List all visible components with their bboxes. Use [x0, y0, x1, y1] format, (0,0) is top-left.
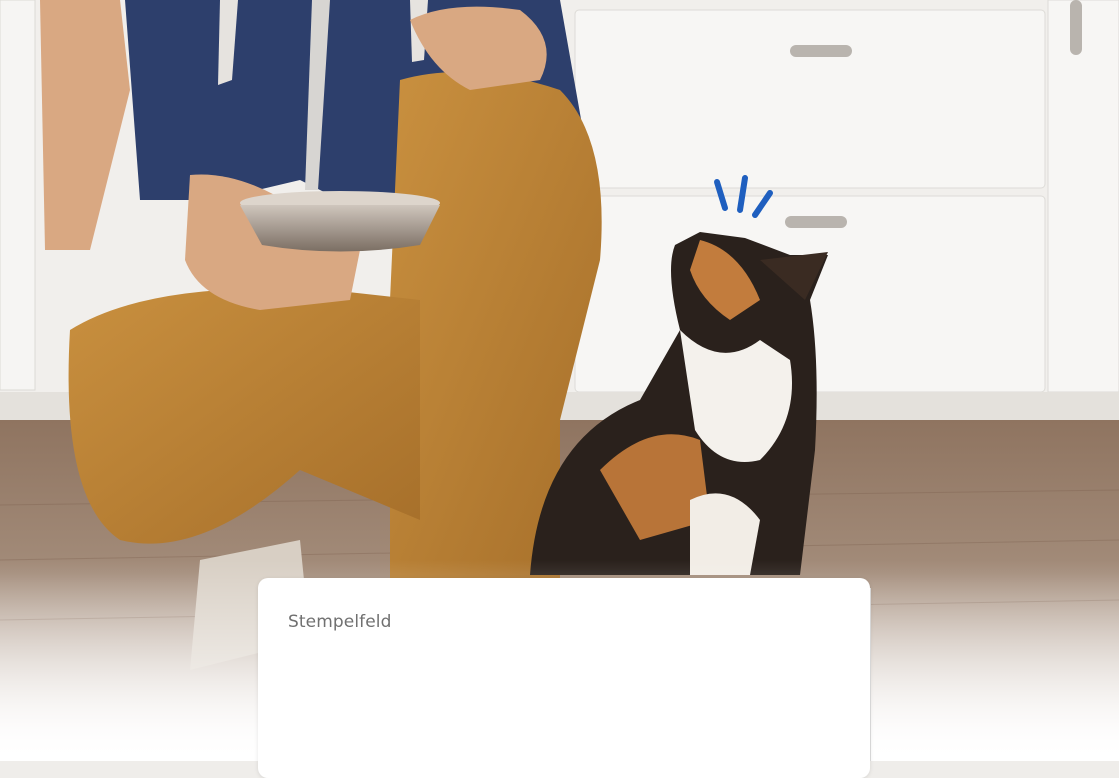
stamp-field-card: Stempelfeld [258, 578, 870, 778]
food-bowl [240, 191, 440, 252]
stamp-field-label: Stempelfeld [288, 612, 392, 632]
